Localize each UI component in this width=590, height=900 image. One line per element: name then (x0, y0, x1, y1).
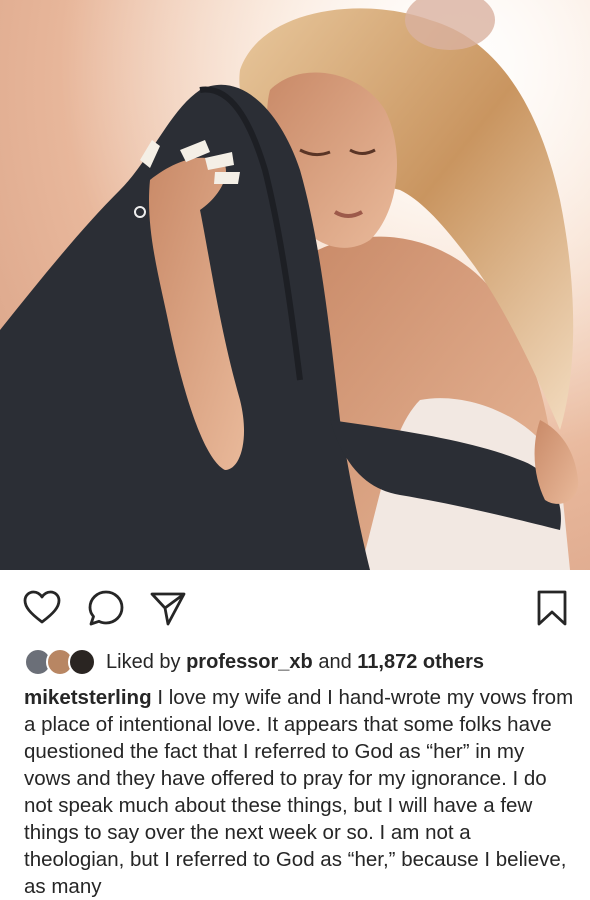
likes-summary[interactable]: Liked by professor_xb and 11,872 others (24, 645, 584, 679)
liked-by-prefix: Liked by (106, 650, 181, 673)
likes-text: Liked by professor_xb and 11,872 others (106, 651, 484, 674)
avatar (68, 648, 96, 676)
post-photo-illustration (0, 0, 590, 570)
caption-text: I love my wife and I hand-wrote my vows … (24, 686, 574, 898)
liker-avatars (24, 647, 100, 677)
heart-icon[interactable] (22, 588, 62, 628)
paper-plane-icon[interactable] (148, 588, 188, 628)
liked-by-user[interactable]: professor_xb (186, 651, 313, 673)
liked-by-and: and (318, 650, 352, 673)
liked-by-count[interactable]: 11,872 others (357, 651, 484, 673)
post-caption: miketsterling I love my wife and I hand-… (24, 684, 576, 900)
post-photo[interactable] (0, 0, 590, 570)
bookmark-icon[interactable] (532, 588, 572, 628)
post-action-bar (0, 570, 590, 640)
comment-bubble-icon[interactable] (86, 588, 126, 628)
caption-username[interactable]: miketsterling (24, 686, 152, 709)
